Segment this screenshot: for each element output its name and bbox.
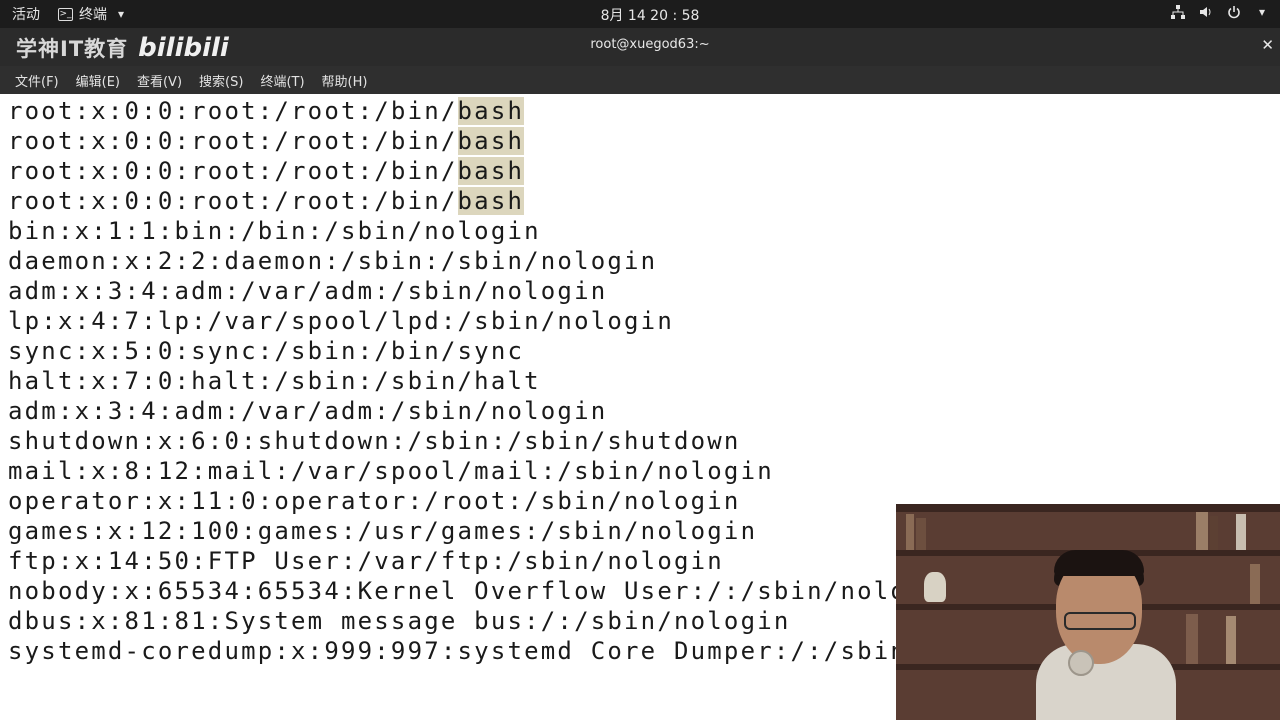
terminal-line-text: root:x:0:0:root:/root:/bin/ [8, 157, 458, 185]
terminal-line: lp:x:4:7:lp:/var/spool/lpd:/sbin/nologin [8, 306, 1040, 336]
terminal-line: games:x:12:100:games:/usr/games:/sbin/no… [8, 516, 1040, 546]
search-highlight: bash [457, 187, 525, 215]
terminal-line: dbus:x:81:81:System message bus:/:/sbin/… [8, 606, 1040, 636]
terminal-line: daemon:x:2:2:daemon:/sbin:/sbin/nologin [8, 246, 1040, 276]
webcam-overlay [896, 504, 1280, 720]
window-title: root@xuegod63:~ [590, 37, 710, 52]
terminal-line-text: systemd-coredump:x:999:997:systemd Core … [8, 637, 1041, 665]
terminal-line: systemd-coredump:x:999:997:systemd Core … [8, 636, 1040, 666]
terminal-line-text: adm:x:3:4:adm:/var/adm:/sbin/nologin [8, 397, 608, 425]
power-icon[interactable] [1226, 4, 1242, 20]
network-icon[interactable] [1170, 4, 1186, 20]
terminal-line-text: lp:x:4:7:lp:/var/spool/lpd:/sbin/nologin [8, 307, 674, 335]
terminal-line-text: ftp:x:14:50:FTP User:/var/ftp:/sbin/nolo… [8, 547, 724, 575]
chevron-down-icon[interactable]: ▾ [1254, 4, 1270, 20]
top-bar: 活动 >_ 终端 ▾ 8月 14 20 : 58 ▾ [0, 0, 1280, 28]
terminal-line: adm:x:3:4:adm:/var/adm:/sbin/nologin [8, 276, 1040, 306]
terminal-line-text: sync:x:5:0:sync:/sbin:/bin/sync [8, 337, 525, 365]
terminal-line-text: root:x:0:0:root:/root:/bin/ [8, 187, 458, 215]
terminal-line: adm:x:3:4:adm:/var/adm:/sbin/nologin [8, 396, 1040, 426]
presenter-glasses [1064, 612, 1136, 630]
terminal-line-text: daemon:x:2:2:daemon:/sbin:/sbin/nologin [8, 247, 658, 275]
close-icon[interactable]: ✕ [1261, 36, 1274, 54]
search-highlight: bash [457, 97, 525, 125]
terminal-line: root:x:0:0:root:/root:/bin/bash [8, 156, 1040, 186]
menu-bar: 文件(F) 编辑(E) 查看(V) 搜索(S) 终端(T) 帮助(H) [0, 66, 1280, 94]
menu-view[interactable]: 查看(V) [137, 71, 182, 90]
terminal-line: root:x:0:0:root:/root:/bin/bash [8, 186, 1040, 216]
menu-search[interactable]: 搜索(S) [199, 71, 243, 90]
microphone [1068, 650, 1094, 676]
terminal-line: nobody:x:65534:65534:Kernel Overflow Use… [8, 576, 1040, 606]
terminal-line-text: shutdown:x:6:0:shutdown:/sbin:/sbin/shut… [8, 427, 741, 455]
clock[interactable]: 8月 14 20 : 58 [0, 5, 1280, 25]
terminal-line: bin:x:1:1:bin:/bin:/sbin/nologin [8, 216, 1040, 246]
terminal-line-text: mail:x:8:12:mail:/var/spool/mail:/sbin/n… [8, 457, 774, 485]
menu-terminal[interactable]: 终端(T) [260, 71, 304, 90]
menu-edit[interactable]: 编辑(E) [76, 71, 120, 90]
terminal-line: ftp:x:14:50:FTP User:/var/ftp:/sbin/nolo… [8, 546, 1040, 576]
terminal-output: root:x:0:0:root:/root:/bin/bash root:x:0:… [8, 96, 1040, 666]
terminal-line-text: operator:x:11:0:operator:/root:/sbin/nol… [8, 487, 741, 515]
search-highlight: bash [457, 157, 525, 185]
terminal-line-text: dbus:x:81:81:System message bus:/:/sbin/… [8, 607, 791, 635]
terminal-line: root:x:0:0:root:/root:/bin/bash [8, 126, 1040, 156]
terminal-line-text: bin:x:1:1:bin:/bin:/sbin/nologin [8, 217, 541, 245]
vase [924, 572, 946, 602]
terminal-line: sync:x:5:0:sync:/sbin:/bin/sync [8, 336, 1040, 366]
terminal-line: root:x:0:0:root:/root:/bin/bash [8, 96, 1040, 126]
terminal-line-text: root:x:0:0:root:/root:/bin/ [8, 127, 458, 155]
terminal-line-text: nobody:x:65534:65534:Kernel Overflow Use… [8, 577, 958, 605]
search-highlight: bash [457, 127, 525, 155]
menu-file[interactable]: 文件(F) [15, 71, 59, 90]
terminal-line-text: games:x:12:100:games:/usr/games:/sbin/no… [8, 517, 758, 545]
terminal-line: operator:x:11:0:operator:/root:/sbin/nol… [8, 486, 1040, 516]
window-titlebar[interactable]: 学神IT教育 bilibili root@xuegod63:~ ✕ [0, 28, 1280, 66]
terminal-line-text: halt:x:7:0:halt:/sbin:/sbin/halt [8, 367, 541, 395]
volume-icon[interactable] [1198, 4, 1214, 20]
menu-help[interactable]: 帮助(H) [322, 71, 368, 90]
terminal-line: mail:x:8:12:mail:/var/spool/mail:/sbin/n… [8, 456, 1040, 486]
terminal-line: shutdown:x:6:0:shutdown:/sbin:/sbin/shut… [8, 426, 1040, 456]
terminal-line: halt:x:7:0:halt:/sbin:/sbin/halt [8, 366, 1040, 396]
terminal-line-text: adm:x:3:4:adm:/var/adm:/sbin/nologin [8, 277, 608, 305]
terminal-line-text: root:x:0:0:root:/root:/bin/ [8, 97, 458, 125]
